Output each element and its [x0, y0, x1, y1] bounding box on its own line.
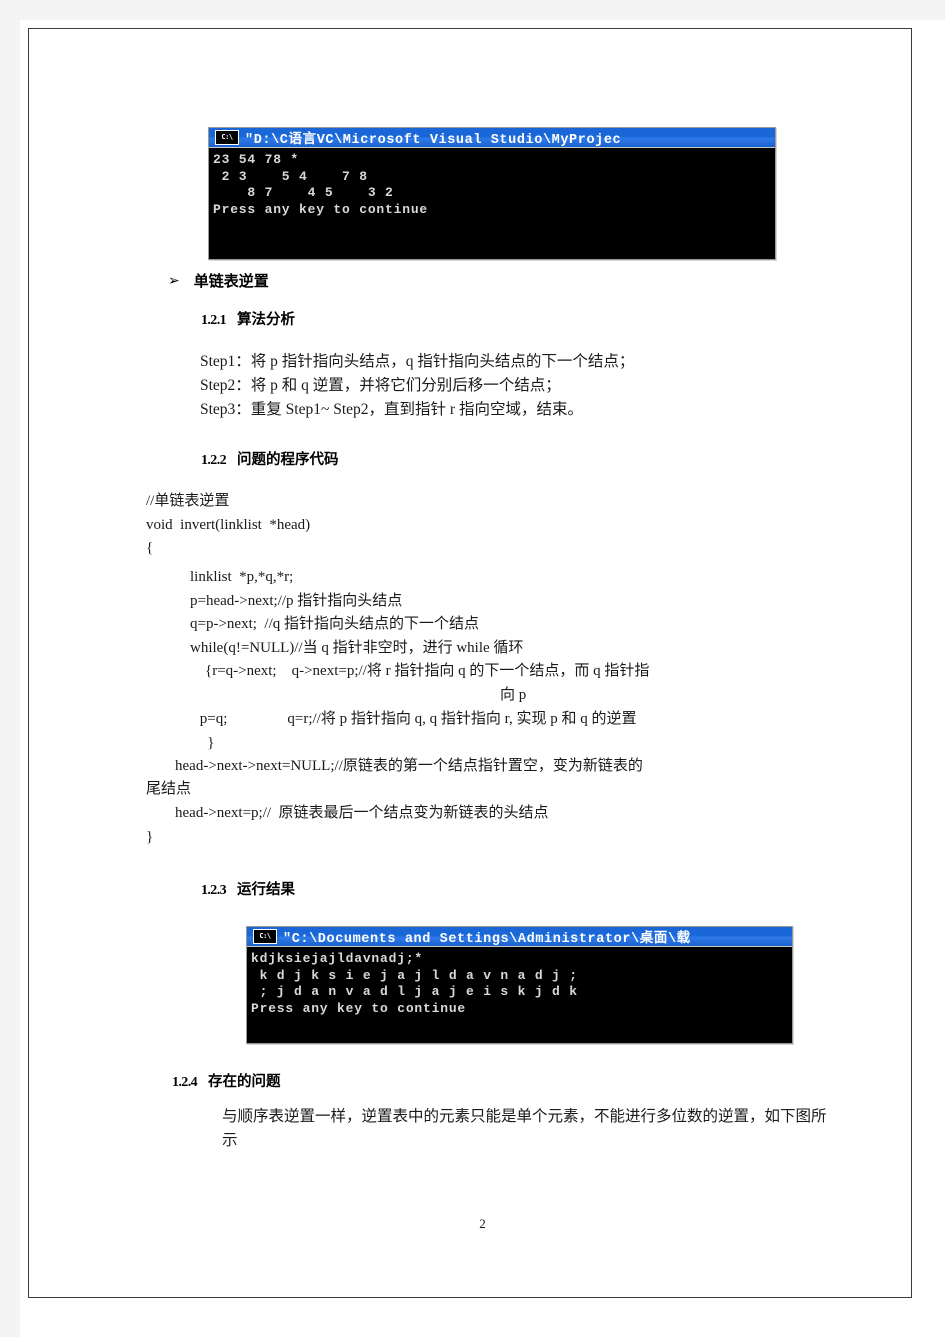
- heading-1-2-2-number: 1.2.2: [201, 453, 227, 468]
- heading-1-2-2-title: 问题的程序代码: [237, 452, 339, 468]
- console-output-text-2: kdjksiejajldavnadj;* k d j k s i e j a j…: [251, 951, 578, 1016]
- existing-problem-paragraph: 与顺序表逆置一样，逆置表中的元素只能是单个元素，不能进行多位数的逆置，如下图所示: [222, 1108, 827, 1149]
- heading-1-2-1-title: 算法分析: [237, 312, 296, 328]
- code-wrap-line-2: 尾结点: [146, 781, 192, 797]
- page-number: 2: [479, 1216, 486, 1231]
- heading-1-2-4: 1.2.4 存在的问题: [172, 1070, 281, 1091]
- page-content: C:\ "D:\C语言VC\Microsoft Visual Studio\My…: [20, 20, 945, 1337]
- bullet-heading-linked-list-reverse: ➢ 单链表逆置: [168, 270, 269, 291]
- console-window-output-1[interactable]: C:\ "D:\C语言VC\Microsoft Visual Studio\My…: [208, 127, 776, 260]
- heading-1-2-2: 1.2.2 问题的程序代码: [201, 448, 339, 469]
- heading-1-2-1: 1.2.1 算法分析: [201, 308, 295, 329]
- console-titlebar-2[interactable]: C:\ "C:\Documents and Settings\Administr…: [247, 927, 792, 947]
- code-block-close-brace: }: [146, 829, 154, 845]
- heading-1-2-3: 1.2.3 运行结果: [201, 878, 295, 899]
- console-window-icon: C:\: [215, 130, 239, 145]
- heading-1-2-1-number: 1.2.1: [201, 313, 227, 328]
- console-output-text-1: 23 54 78 * 2 3 5 4 7 8 8 7 4 5 3 2 Press…: [213, 152, 429, 217]
- code-block-header: //单链表逆置 void invert(linklist *head) {: [146, 493, 311, 556]
- algorithm-step-3: Step3：重复 Step1~ Step2，直到指针 r 指向空域，结束。: [200, 401, 583, 418]
- console-titlebar-1[interactable]: C:\ "D:\C语言VC\Microsoft Visual Studio\My…: [209, 128, 775, 148]
- console-title-text-1: "D:\C语言VC\Microsoft Visual Studio\MyProj…: [245, 133, 622, 148]
- console-window-icon: C:\: [253, 929, 277, 944]
- document-page: C:\ "D:\C语言VC\Microsoft Visual Studio\My…: [20, 20, 945, 1337]
- code-wrap-line-1: 向 p: [500, 687, 527, 703]
- console-window-output-2[interactable]: C:\ "C:\Documents and Settings\Administr…: [246, 926, 793, 1044]
- heading-1-2-4-number: 1.2.4: [172, 1075, 198, 1090]
- bullet-heading-label: 单链表逆置: [193, 273, 269, 290]
- arrow-bullet-icon: ➢: [168, 272, 180, 289]
- code-block-tail-null: head->next->next=NULL;//原链表的第一个结点指针置空，变为…: [175, 758, 643, 774]
- heading-1-2-3-number: 1.2.3: [201, 883, 227, 898]
- code-block-swap: p=q; q=r;//将 p 指针指向 q, q 指针指向 r, 实现 p 和 …: [199, 711, 637, 751]
- algorithm-step-2: Step2：将 p 和 q 逆置，并将它们分别后移一个结点；: [200, 377, 561, 394]
- code-block-new-head: head->next=p;// 原链表最后一个结点变为新链表的头结点: [175, 805, 549, 821]
- heading-1-2-4-title: 存在的问题: [208, 1074, 281, 1090]
- algorithm-step-1: Step1：将 p 指针指向头结点，q 指针指向头结点的下一个结点；: [200, 353, 635, 370]
- console-title-text-2: "C:\Documents and Settings\Administrator…: [283, 932, 691, 947]
- code-block-body: linklist *p,*q,*r; p=head->next;//p 指针指向…: [190, 569, 650, 679]
- heading-1-2-3-title: 运行结果: [237, 882, 296, 898]
